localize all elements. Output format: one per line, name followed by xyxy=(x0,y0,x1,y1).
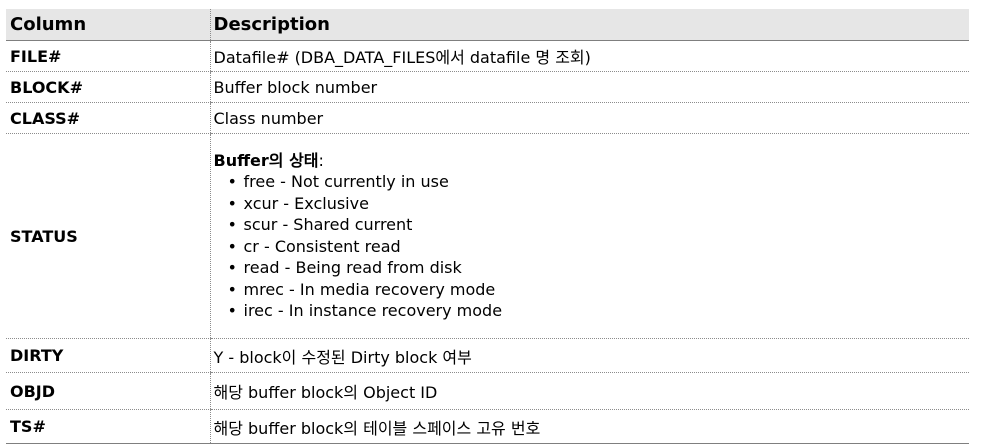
list-item: • xcur - Exclusive xyxy=(228,193,970,215)
list-item-text: free - Not currently in use xyxy=(243,172,449,191)
column-description-table: Column Description FILE# Datafile# (DBA_… xyxy=(6,9,969,444)
list-item: • cr - Consistent read xyxy=(228,236,970,258)
status-values-list: • free - Not currently in use • xcur - Exc… xyxy=(214,171,970,322)
bullet-icon: • xyxy=(227,172,237,191)
row-description: Y - block이 수정된 Dirty block 여부 xyxy=(209,338,969,373)
bullet-icon: • xyxy=(227,193,237,213)
bullet-icon: • xyxy=(227,301,237,320)
table-body: FILE# Datafile# (DBA_DATA_FILES에서 datafi… xyxy=(6,40,970,444)
row-column-name: CLASS# xyxy=(6,102,210,134)
status-description-title: Buffer의 상태: xyxy=(214,150,970,171)
list-item-text: mrec - In media recovery mode xyxy=(243,279,496,299)
list-item: • irec - In instance recovery mode xyxy=(228,300,970,322)
table-row: TS# 해당 buffer block의 테이블 스페이스 고유 번호 xyxy=(6,409,969,444)
row-description: Buffer의 상태: • free - Not currently in use… xyxy=(209,133,970,339)
table-header: Column Description xyxy=(6,9,969,41)
list-item-text: cr - Consistent read xyxy=(243,236,401,256)
bullet-icon: • xyxy=(227,279,237,299)
table-row: DIRTY Y - block이 수정된 Dirty block 여부 xyxy=(6,338,969,373)
list-item: • scur - Shared current xyxy=(228,214,970,236)
column-header: Column xyxy=(6,9,210,41)
row-description: 해당 buffer block의 Object ID xyxy=(209,372,969,410)
row-description: 해당 buffer block의 테이블 스페이스 고유 번호 xyxy=(209,409,969,444)
table-row: BLOCK# Buffer block number xyxy=(6,71,969,103)
row-column-name: FILE# xyxy=(6,40,210,72)
list-item-text: xcur - Exclusive xyxy=(243,193,369,213)
row-description: Datafile# (DBA_DATA_FILES에서 datafile 명 조… xyxy=(209,40,969,72)
list-item-text: scur - Shared current xyxy=(243,215,413,234)
bullet-icon: • xyxy=(227,258,237,277)
row-column-name: OBJD xyxy=(6,372,210,410)
row-description: Class number xyxy=(209,102,969,134)
list-item-text: irec - In instance recovery mode xyxy=(243,301,503,320)
row-column-name: BLOCK# xyxy=(6,71,210,103)
table-row: CLASS# Class number xyxy=(6,102,969,134)
table-row: OBJD 해당 buffer block의 Object ID xyxy=(6,372,969,410)
list-item-text: read - Being read from disk xyxy=(243,258,462,277)
description-header: Description xyxy=(209,9,969,41)
bullet-icon: • xyxy=(227,215,237,234)
bullet-icon: • xyxy=(227,236,237,256)
list-item: • free - Not currently in use xyxy=(228,171,970,193)
table-row-status: STATUS Buffer의 상태: • free - Not currently… xyxy=(6,133,970,339)
status-title-text: Buffer의 상태 xyxy=(213,151,319,170)
status-title-suffix: : xyxy=(318,151,324,170)
row-description: Buffer block number xyxy=(209,71,969,103)
row-column-name: TS# xyxy=(6,409,210,444)
header-row: Column Description xyxy=(6,9,969,41)
row-column-name: DIRTY xyxy=(6,338,210,373)
table-row: FILE# Datafile# (DBA_DATA_FILES에서 datafi… xyxy=(6,40,969,72)
row-column-name: STATUS xyxy=(6,133,210,339)
list-item: • read - Being read from disk xyxy=(228,257,970,279)
list-item: • mrec - In media recovery mode xyxy=(228,279,970,301)
